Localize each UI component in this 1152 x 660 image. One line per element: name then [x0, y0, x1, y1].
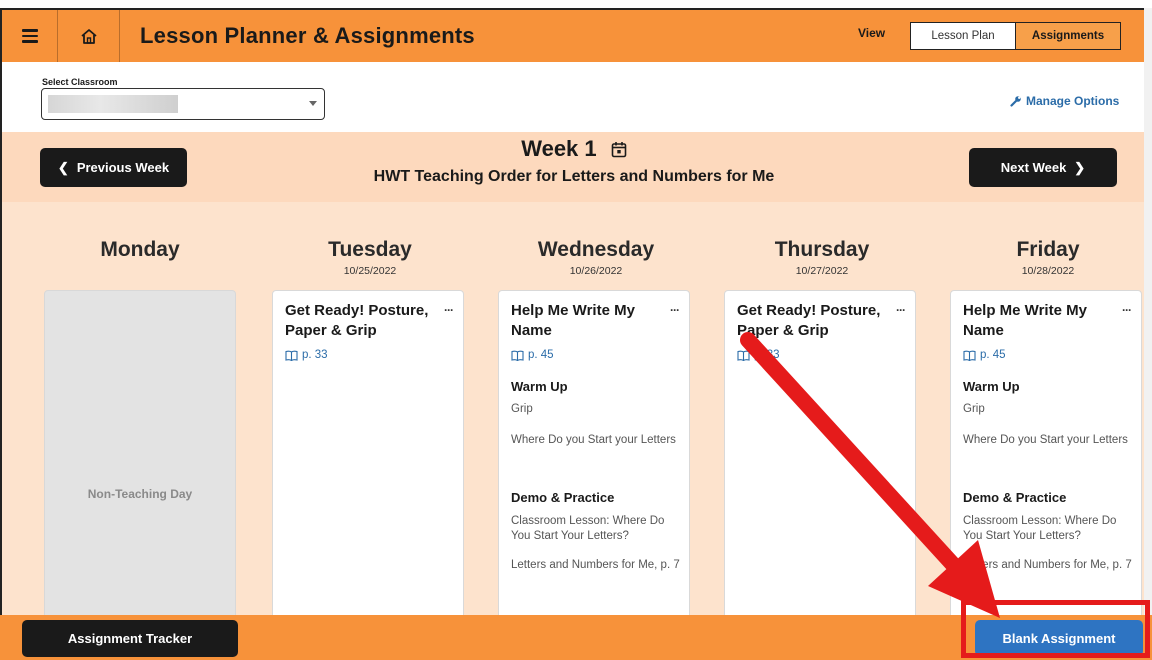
- chevron-down-icon: [309, 101, 317, 106]
- section-title: Demo & Practice: [963, 490, 1067, 505]
- section-item[interactable]: Grip: [963, 402, 1133, 417]
- day-name: Wednesday: [537, 238, 655, 261]
- book-icon: [737, 350, 750, 361]
- next-week-label: Next Week: [1000, 160, 1067, 175]
- lesson-card[interactable]: Get Ready! Posture, Paper & Grip ··· p. …: [724, 290, 916, 615]
- section-item[interactable]: Where Do you Start your Letters: [963, 433, 1133, 448]
- lesson-page-link[interactable]: p. 33: [285, 349, 328, 361]
- section-item[interactable]: Grip: [511, 402, 681, 417]
- previous-week-button[interactable]: ❮ Previous Week: [40, 148, 187, 187]
- manage-options-link[interactable]: Manage Options: [1010, 94, 1119, 108]
- home-icon[interactable]: [58, 10, 120, 62]
- classroom-bar: Select Classroom Manage Options: [0, 62, 1144, 132]
- view-assignments-button[interactable]: Assignments: [1016, 23, 1120, 49]
- view-label: View: [858, 26, 886, 40]
- lesson-title[interactable]: Help Me Write My Name: [511, 301, 661, 341]
- lesson-page-link[interactable]: p. 45: [511, 349, 554, 361]
- lesson-page: p. 33: [302, 349, 328, 361]
- section-title: Warm Up: [963, 379, 1020, 394]
- wrench-icon: [1010, 96, 1021, 107]
- section-item[interactable]: Where Do you Start your Letters: [511, 433, 681, 448]
- previous-week-label: Previous Week: [76, 160, 170, 175]
- annotation-highlight-box: [961, 600, 1150, 658]
- section-item[interactable]: Letters and Numbers for Me, p. 7: [511, 558, 681, 573]
- next-week-button[interactable]: Next Week ❯: [969, 148, 1117, 187]
- section-title: Warm Up: [511, 379, 568, 394]
- app-header: Lesson Planner & Assignments View Lesson…: [0, 8, 1144, 62]
- week-title-text: Week 1: [521, 136, 597, 161]
- day-date: 10/25/2022: [343, 265, 397, 277]
- day-date: 10/26/2022: [569, 265, 623, 277]
- lesson-card[interactable]: Get Ready! Posture, Paper & Grip ··· p. …: [272, 290, 464, 615]
- lesson-title[interactable]: Help Me Write My Name: [963, 301, 1113, 341]
- week-grid: Monday Non-Teaching Day Tuesday 10/25/20…: [0, 202, 1144, 615]
- page-title: Lesson Planner & Assignments: [140, 23, 475, 48]
- select-classroom-label: Select Classroom: [42, 77, 118, 87]
- day-name: Monday: [100, 238, 180, 261]
- section-title: Demo & Practice: [511, 490, 615, 505]
- non-teaching-card: Non-Teaching Day: [44, 290, 236, 615]
- lesson-page: p. 33: [754, 349, 780, 361]
- view-lesson-plan-button[interactable]: Lesson Plan: [911, 23, 1016, 49]
- day-date: 10/27/2022: [795, 265, 849, 277]
- hamburger-icon[interactable]: [2, 10, 58, 62]
- lesson-title[interactable]: Get Ready! Posture, Paper & Grip: [737, 301, 887, 341]
- book-icon: [285, 350, 298, 361]
- week-bar: Week 1 HWT Teaching Order for Letters an…: [0, 132, 1144, 202]
- classroom-select[interactable]: [41, 88, 325, 120]
- more-options-icon[interactable]: ···: [670, 303, 680, 317]
- more-options-icon[interactable]: ···: [896, 303, 906, 317]
- non-teaching-label: Non-Teaching Day: [87, 487, 193, 501]
- redacted-classroom-name: [48, 95, 178, 113]
- chevron-right-icon: ❯: [1074, 159, 1086, 175]
- scrollbar[interactable]: [1144, 8, 1152, 615]
- lesson-page: p. 45: [528, 349, 554, 361]
- book-icon: [511, 350, 524, 361]
- window-top-strip: [0, 0, 1152, 8]
- lesson-page: p. 45: [980, 349, 1006, 361]
- day-date: 10/28/2022: [1021, 265, 1075, 277]
- chevron-left-icon: ❮: [57, 159, 69, 175]
- lesson-title[interactable]: Get Ready! Posture, Paper & Grip: [285, 301, 435, 341]
- calendar-icon[interactable]: [611, 141, 627, 158]
- lesson-page-link[interactable]: p. 33: [737, 349, 780, 361]
- manage-options-label: Manage Options: [1026, 94, 1120, 108]
- assignment-tracker-button[interactable]: Assignment Tracker: [22, 620, 238, 657]
- more-options-icon[interactable]: ···: [1122, 303, 1132, 317]
- lesson-card[interactable]: Help Me Write My Name ··· p. 45 Warm Up …: [498, 290, 690, 615]
- view-toggle: Lesson Plan Assignments: [910, 22, 1121, 50]
- lesson-card[interactable]: Help Me Write My Name ··· p. 45 Warm Up …: [950, 290, 1142, 615]
- more-options-icon[interactable]: ···: [444, 303, 454, 317]
- lesson-page-link[interactable]: p. 45: [963, 349, 1006, 361]
- day-name: Tuesday: [328, 238, 412, 261]
- section-item[interactable]: Classroom Lesson: Where Do You Start You…: [963, 514, 1133, 544]
- day-name: Friday: [1016, 238, 1080, 261]
- book-icon: [963, 350, 976, 361]
- section-item[interactable]: Letters and Numbers for Me, p. 7: [963, 558, 1133, 573]
- day-name: Thursday: [774, 238, 870, 261]
- section-item[interactable]: Classroom Lesson: Where Do You Start You…: [511, 514, 681, 544]
